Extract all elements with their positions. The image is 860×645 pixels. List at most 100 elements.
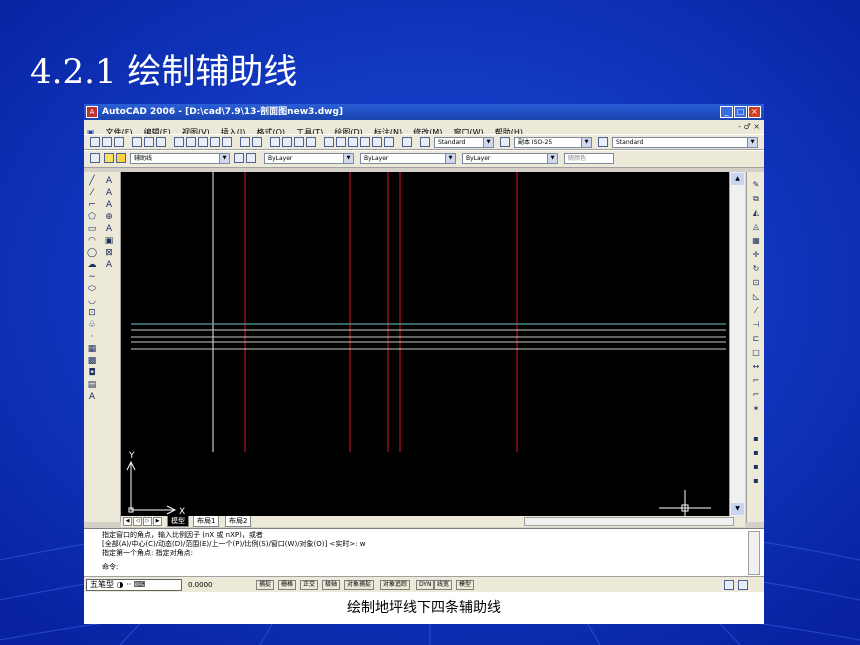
grid-toggle[interactable]: 栅格 (278, 580, 297, 590)
tray-lock-icon[interactable] (724, 580, 734, 590)
revision-cloud-icon[interactable]: ☁ (87, 260, 97, 270)
calculator-icon[interactable] (384, 137, 394, 147)
tab-model[interactable]: 模型 (167, 516, 189, 527)
stretch-icon[interactable]: ◺ (751, 292, 761, 302)
snap-midpoint-icon[interactable]: ▪ (751, 448, 761, 458)
table-icon[interactable]: ▤ (87, 380, 97, 390)
ime-indicator[interactable]: 五笔型 ◑ ·· ⌨ (86, 579, 182, 591)
extend-icon[interactable]: ⊣ (751, 320, 761, 330)
make-current-layer-icon[interactable] (234, 153, 244, 163)
pan-icon[interactable] (270, 137, 280, 147)
markup-icon[interactable] (372, 137, 382, 147)
polyline-icon[interactable]: ⌐ (87, 200, 97, 210)
spell-check-icon[interactable]: A (104, 224, 114, 234)
cut-icon[interactable] (174, 137, 184, 147)
fillet-corner-icon[interactable]: ⌐ (751, 390, 761, 400)
point-icon[interactable]: · (87, 332, 97, 342)
command-window[interactable]: 指定窗口的角点，输入比例因子 (nX 或 nXP)，或者 [全部(A)/中心(C… (84, 528, 764, 577)
tab-layout1[interactable]: 布局1 (193, 516, 220, 527)
text-edit-icon[interactable]: A (104, 188, 114, 198)
snap-toggle[interactable]: 捕捉 (256, 580, 275, 590)
text-a-icon[interactable]: A (104, 176, 114, 186)
dim-style-select[interactable]: 副本 ISO-25 ▼ (514, 137, 592, 148)
help-icon[interactable] (402, 137, 412, 147)
region-icon[interactable]: ◘ (87, 368, 97, 378)
color-select[interactable]: ByLayer ▼ (264, 153, 354, 164)
mdi-controls[interactable]: - ♂ × (738, 120, 760, 134)
print-icon[interactable] (132, 137, 142, 147)
polygon-icon[interactable]: ⬠ (87, 212, 97, 222)
plotstyle-select[interactable]: 随颜色 (564, 153, 614, 164)
text-style-select[interactable]: Standard ▼ (434, 137, 494, 148)
command-prompt[interactable]: 命令: (102, 563, 118, 572)
ellipse-icon[interactable]: ⬭ (87, 284, 97, 294)
dyn-toggle[interactable]: DYN (416, 580, 435, 590)
make-block-icon[interactable]: ♧ (87, 320, 97, 330)
linetype-select[interactable]: ByLayer ▼ (360, 153, 456, 164)
text-frame-icon[interactable]: ▣ (104, 236, 114, 246)
join-icon[interactable]: □ (751, 348, 761, 358)
layer-manager-icon[interactable] (90, 153, 100, 163)
plot-preview-icon[interactable] (144, 137, 154, 147)
lightbulb-icon[interactable] (104, 153, 114, 163)
arc-icon[interactable]: ◠ (87, 236, 97, 246)
new-file-icon[interactable] (90, 137, 100, 147)
zoom-previous-icon[interactable] (306, 137, 316, 147)
spline-icon[interactable]: ∼ (87, 272, 97, 282)
snap-endpoint-icon[interactable]: ▪ (751, 434, 761, 444)
design-center-icon[interactable] (336, 137, 346, 147)
insert-block-icon[interactable]: ⊡ (87, 308, 97, 318)
circle-icon[interactable]: ◯ (87, 248, 97, 258)
rotate-icon[interactable]: ↻ (751, 264, 761, 274)
drawing-canvas[interactable]: Y X (121, 172, 729, 516)
undo-icon[interactable] (240, 137, 250, 147)
paste-icon[interactable] (198, 137, 208, 147)
break-icon[interactable]: ⊏ (751, 334, 761, 344)
lineweight-select[interactable]: ByLayer ▼ (462, 153, 558, 164)
command-scrollbar[interactable] (748, 531, 760, 575)
sheet-set-icon[interactable] (360, 137, 370, 147)
mirror-icon[interactable]: ◭ (751, 208, 761, 218)
tray-settings-icon[interactable] (738, 580, 748, 590)
lineweight-toggle[interactable]: 线宽 (434, 580, 453, 590)
rectangle-icon[interactable]: ▭ (87, 224, 97, 234)
snap-center-icon[interactable]: ▪ (751, 476, 761, 486)
save-icon[interactable] (114, 137, 124, 147)
tab-prev-icon[interactable]: ◁ (133, 517, 142, 526)
erase-icon[interactable]: ✎ (751, 180, 761, 190)
explode-icon[interactable]: ✶ (751, 404, 761, 414)
ellipse-arc-icon[interactable]: ◡ (87, 296, 97, 306)
fillet-icon[interactable]: ⌐ (751, 376, 761, 386)
properties-icon[interactable] (324, 137, 334, 147)
polar-toggle[interactable]: 极轴 (322, 580, 341, 590)
chamfer-icon[interactable]: ↔ (751, 362, 761, 372)
model-toggle[interactable]: 模型 (456, 580, 475, 590)
redo-icon[interactable] (252, 137, 262, 147)
copy-object-icon[interactable]: ⧉ (751, 194, 761, 204)
trim-icon[interactable]: ⁄ (751, 306, 761, 316)
maximize-button[interactable]: □ (734, 106, 747, 118)
osnap-toggle[interactable]: 对象捕捉 (344, 580, 375, 590)
array-icon[interactable]: ▦ (751, 236, 761, 246)
hatch-icon[interactable]: ▦ (87, 344, 97, 354)
tool-palettes-icon[interactable] (348, 137, 358, 147)
ortho-toggle[interactable]: 正交 (300, 580, 319, 590)
multiline-text-icon[interactable]: A (87, 392, 97, 402)
scale-icon[interactable]: ⊡ (751, 278, 761, 288)
layer-select[interactable]: 辅助线 ▼ (130, 153, 230, 164)
tab-layout2[interactable]: 布局2 (225, 516, 252, 527)
open-file-icon[interactable] (102, 137, 112, 147)
text-convert-icon[interactable]: A (104, 260, 114, 270)
zoom-realtime-icon[interactable] (282, 137, 292, 147)
otrack-toggle[interactable]: 对象追踪 (380, 580, 411, 590)
snap-intersection-icon[interactable]: ▪ (751, 462, 761, 472)
zoom-window-icon[interactable] (294, 137, 304, 147)
close-button[interactable]: × (748, 106, 761, 118)
tab-last-icon[interactable]: ▶ (153, 517, 162, 526)
scroll-down-icon[interactable]: ▼ (731, 503, 744, 515)
line-icon[interactable]: ╱ (87, 176, 97, 186)
tab-first-icon[interactable]: ◀ (123, 517, 132, 526)
text-align-icon[interactable]: ⊠ (104, 248, 114, 258)
table-style-select[interactable]: Standard ▼ (612, 137, 758, 148)
copy-icon[interactable] (186, 137, 196, 147)
